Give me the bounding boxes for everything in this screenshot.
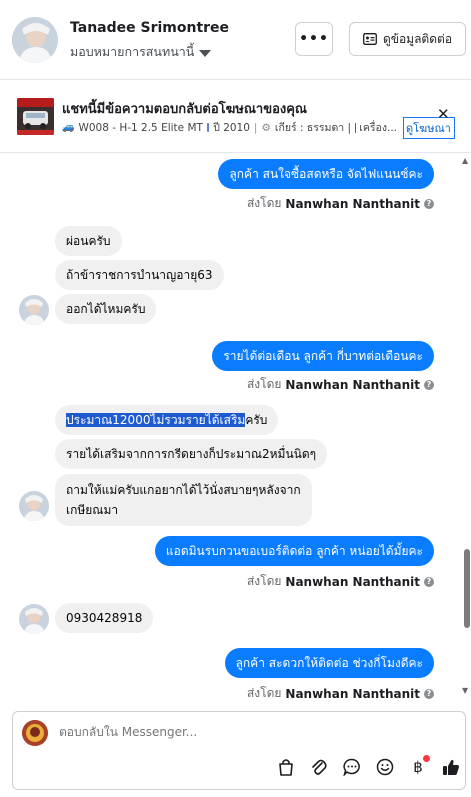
notification-dot [423,755,430,762]
customer-avatar-small[interactable] [19,491,49,521]
contact-card-icon [363,33,377,45]
info-icon[interactable]: ? [424,688,434,699]
customer-name: Tanadee Srimontree [70,20,230,36]
assign-conversation-dropdown[interactable]: มอบหมายการสนทนานี้ [70,42,212,62]
sent-by-label: ส่งโดย Nanwhan Nanthanit ? [247,684,434,702]
incoming-message: 0930428918 [55,603,154,633]
customer-avatar[interactable] [12,17,58,63]
composer-toolbar: ฿ [275,755,462,778]
view-contact-info-label: ดูข้อมูลติดต่อ [382,31,453,46]
outgoing-message: ลูกค้า สะดวกให้ติดต่อ ช่วงกี่โมงดีคะ [224,648,434,678]
bag-icon[interactable] [275,756,297,778]
reply-composer: ฿ [12,711,466,790]
outgoing-message: รายได้ต่อเดือน ลูกค้า กี่บาทต่อเดือนคะ [212,341,434,371]
ad-banner-title: แชทนี้มีข้อความตอบกลับต่อโฆษณาของคุณ [62,102,307,117]
ad-gear: เกียร์ : ธรรมดา | [274,122,352,134]
outgoing-message: ลูกค้า สนใจซื้อสดหรือ จัดไฟแนนซ์คะ [218,159,434,189]
incoming-message: ออกได้ไหมครับ [55,294,157,324]
conversation-header: Tanadee Srimontree มอบหมายการสนทนานี้ ••… [0,0,471,80]
info-icon[interactable]: ? [424,198,434,209]
outgoing-message: แอดมินรบกวนขอเบอร์ติดต่อ ลูกค้า หน่อยได้… [154,536,434,566]
baht-icon[interactable]: ฿ [407,755,430,778]
ad-thumbnail[interactable] [17,98,54,135]
info-icon[interactable]: ? [424,379,434,390]
incoming-message: ถ้าข้าราชการบำนาญอายุ63 [55,260,224,290]
page-avatar [22,720,48,746]
sent-by-label: ส่งโดย Nanwhan Nanthanit ? [247,375,434,394]
calendar-icon [206,123,210,132]
incoming-message: ผ่อนครับ [55,226,122,256]
gear-icon: ⚙ [261,121,271,134]
scroll-up-arrow[interactable]: ▲ [462,156,468,165]
info-icon[interactable]: ? [424,576,434,587]
caret-down-icon [199,49,212,57]
scrollbar-thumb[interactable] [464,549,470,628]
incoming-message: ถามให้แม่ครับแกอยากได้ไว้นั่งสบายๆหลังจา… [55,474,312,526]
close-icon[interactable]: ✕ [437,105,450,123]
thumbs-up-icon[interactable] [440,756,462,778]
paperclip-icon[interactable] [308,756,330,778]
chat-icon[interactable] [341,756,363,778]
ad-details: 🚙 W008 - H-1 2.5 Elite MT ปี 2010 | ⚙ เก… [62,119,397,136]
more-options-button[interactable]: ••• [295,22,333,56]
customer-avatar-small[interactable] [19,604,49,634]
sent-by-label: ส่งโดย Nanwhan Nanthanit ? [247,194,434,213]
car-icon: 🚙 [62,122,75,133]
selected-text: ประมาณ12000ไม่รวมรายได้เสริม [66,413,246,427]
customer-avatar-small[interactable] [19,295,49,325]
sent-by-label: ส่งโดย Nanwhan Nanthanit ? [247,572,434,591]
ad-model: W008 - H-1 2.5 Elite MT [78,121,203,134]
emoji-icon[interactable] [374,756,396,778]
ad-year: ปี 2010 [213,122,250,134]
view-contact-info-button[interactable]: ดูข้อมูลติดต่อ [349,22,466,56]
ad-reply-banner: แชทนี้มีข้อความตอบกลับต่อโฆษณาของคุณ 🚙 W… [0,81,471,153]
assign-label: มอบหมายการสนทนานี้ [70,44,195,59]
incoming-message: ประมาณ12000ไม่รวมรายได้เสริมครับ [55,405,279,435]
incoming-message: รายได้เสริมจากการกรีดยางก็ประมาณ2หมื่นนิ… [55,439,328,469]
message-thread[interactable]: ลูกค้า สนใจซื้อสดหรือ จัดไฟแนนซ์คะ ส่งโด… [0,154,471,702]
scroll-down-arrow[interactable]: ▼ [462,686,468,695]
ad-engine: เครื่อง... [359,122,397,134]
reply-input[interactable] [59,725,439,739]
